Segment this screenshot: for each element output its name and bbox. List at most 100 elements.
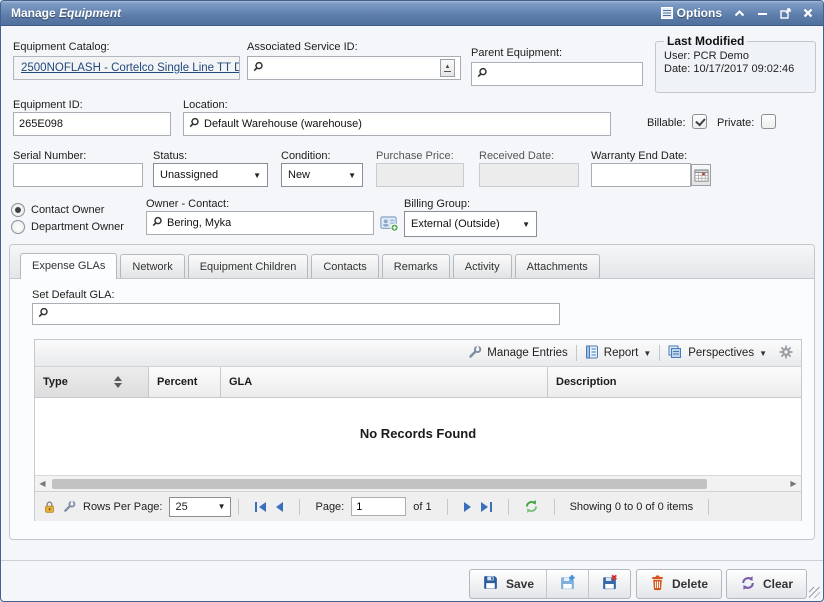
resize-handle[interactable] [809,587,820,598]
add-contact-button[interactable] [379,213,399,233]
save-button[interactable]: Save [470,570,546,598]
pager-separator [554,499,555,515]
tab-expense-glas[interactable]: Expense GLAs [20,253,117,279]
equipment-id-input[interactable] [13,112,171,136]
status-select[interactable]: Unassigned ▼ [153,163,268,187]
purchase-price-label: Purchase Price: [376,150,454,162]
popout-icon[interactable] [780,8,791,19]
save-add-floppy-icon [559,574,576,594]
associated-service-id-field[interactable]: ▲ [247,56,461,80]
set-default-gla-label: Set Default GLA: [32,289,115,301]
pager-separator [447,499,448,515]
private-label: Private: [717,117,754,129]
trash-icon [650,574,665,594]
equipment-id-label: Equipment ID: [13,99,83,111]
column-header-description[interactable]: Description [548,367,801,397]
caret-down-icon: ▼ [245,171,261,180]
delete-button[interactable]: Delete [636,569,722,599]
save-and-new-button[interactable] [546,570,588,598]
parent-equipment-label: Parent Equipment: [471,47,562,59]
condition-select[interactable]: New ▼ [281,163,363,187]
tab-equipment-children[interactable]: Equipment Children [188,254,309,278]
rows-per-page-select[interactable]: 25 ▼ [169,497,231,517]
billing-group-select[interactable]: External (Outside) ▼ [404,211,537,237]
wrench-icon[interactable] [63,500,76,513]
minimize-icon[interactable] [757,9,768,18]
first-page-button[interactable] [254,501,267,513]
clear-button[interactable]: Clear [726,569,807,599]
location-field[interactable]: Default Warehouse (warehouse) [183,112,611,136]
title-bar[interactable]: Manage Equipment Options [1,1,823,26]
options-button[interactable]: Options [661,6,722,20]
save-close-floppy-icon [601,574,618,594]
lock-icon[interactable] [43,500,56,514]
tab-attachments[interactable]: Attachments [515,254,600,278]
scroll-right-arrow-icon[interactable]: ▶ [786,479,801,488]
report-button[interactable]: Report ▼ [585,345,651,362]
equipment-catalog-label: Equipment Catalog: [13,41,110,53]
contact-owner-label: Contact Owner [31,204,104,216]
equipment-catalog-link[interactable]: 2500NOFLASH - Cortelco Single Line TT D.… [21,62,240,74]
caret-down-icon: ▼ [643,349,651,358]
scrollbar-thumb[interactable] [52,479,707,489]
set-default-gla-field[interactable] [32,303,560,325]
received-date-input [479,163,579,187]
parent-equipment-field[interactable] [471,62,643,86]
page-number-input[interactable] [351,497,406,516]
associated-service-id-label: Associated Service ID: [247,41,358,53]
horizontal-scrollbar[interactable]: ◀ ▶ [35,475,801,491]
close-icon[interactable] [803,8,813,18]
previous-page-button[interactable] [274,501,284,513]
serial-number-input[interactable] [13,163,143,187]
tab-activity[interactable]: Activity [453,254,512,278]
last-modified-legend: Last Modified [664,34,747,48]
scroll-left-arrow-icon[interactable]: ◀ [35,479,50,488]
next-page-button[interactable] [463,501,473,513]
footer-divider [1,560,823,561]
save-and-close-button[interactable] [588,570,630,598]
grid-pagination-bar: Rows Per Page: 25 ▼ Page: of 1 Showing [35,491,801,521]
pager-separator [508,499,509,515]
purchase-price-input [376,163,464,187]
refresh-button[interactable] [524,499,539,514]
sort-icon [114,376,122,388]
window-title-entity: Equipment [59,6,121,20]
billable-checkbox[interactable] [692,114,707,129]
location-label: Location: [183,99,228,111]
pager-separator [238,499,239,515]
manage-entries-button[interactable]: Manage Entries [468,345,568,362]
tab-network[interactable]: Network [120,254,184,278]
calendar-icon [694,168,709,182]
gear-icon [779,345,793,362]
column-header-gla[interactable]: GLA [221,367,548,397]
report-icon [585,345,599,362]
owner-contact-field[interactable]: Bering, Myka [146,211,374,235]
search-icon [253,61,264,75]
column-header-type[interactable]: Type [35,367,149,397]
contact-owner-radio[interactable]: Contact Owner [11,203,104,217]
received-date-label: Received Date: [479,150,554,162]
tab-contacts[interactable]: Contacts [311,254,378,278]
owner-contact-value: Bering, Myka [167,217,231,229]
tab-remarks[interactable]: Remarks [382,254,450,278]
caret-down-icon: ▼ [759,349,767,358]
caret-down-icon: ▼ [218,502,226,511]
perspectives-button[interactable]: Perspectives ▼ [668,345,767,362]
collapse-chevron-icon[interactable] [734,9,745,18]
department-owner-radio[interactable]: Department Owner [11,220,124,234]
last-page-button[interactable] [480,501,493,513]
options-label: Options [677,6,722,20]
status-label: Status: [153,150,187,162]
warranty-end-date-input[interactable] [591,163,691,187]
billing-group-label: Billing Group: [404,198,470,210]
grid-settings-button[interactable] [779,345,793,362]
owner-contact-label: Owner - Contact: [146,198,229,210]
last-modified-date: Date: 10/17/2017 09:02:46 [664,63,807,75]
showing-items-text: Showing 0 to 0 of 0 items [570,501,694,513]
calendar-button[interactable] [691,164,711,186]
grid-header-row: Type Percent GLA Description [35,367,801,398]
column-header-percent[interactable]: Percent [149,367,221,397]
toolbar-separator [576,345,577,361]
service-id-stepper-button[interactable]: ▲ [440,59,455,77]
private-checkbox[interactable] [761,114,776,129]
